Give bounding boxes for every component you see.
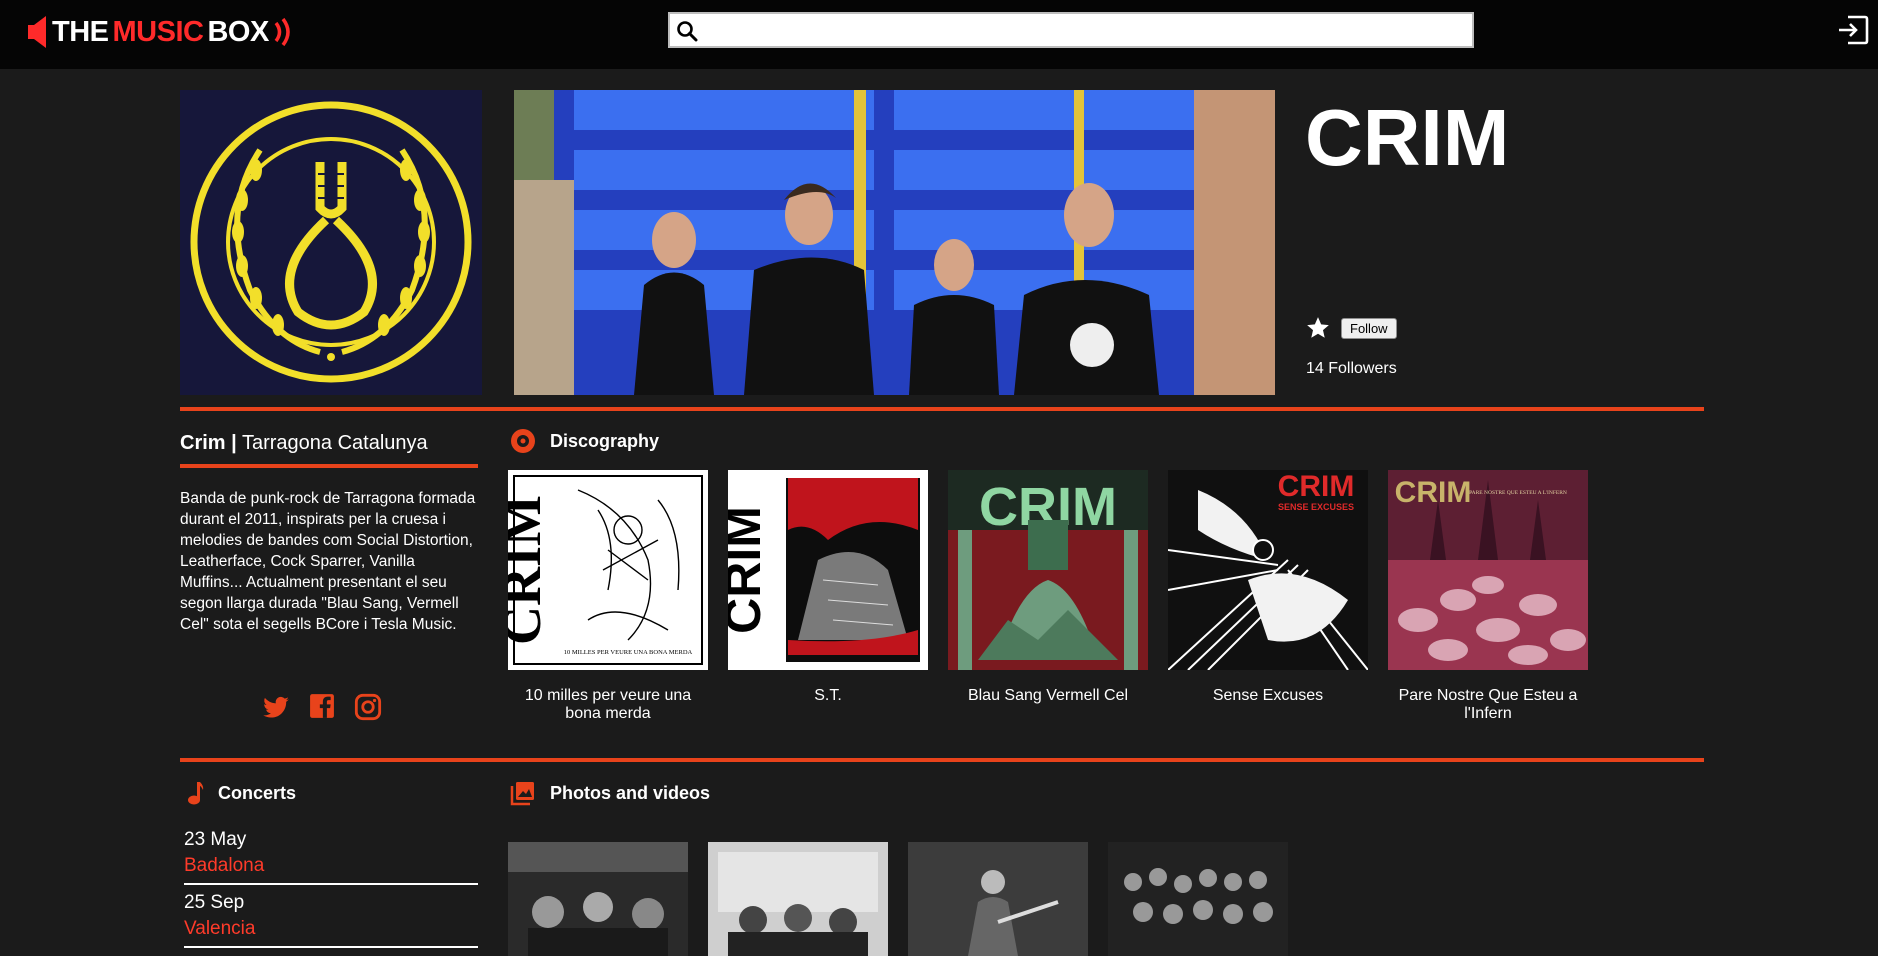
photos-heading: Photos and videos	[550, 782, 711, 803]
album-title[interactable]: 10 milles per veure una bona merda	[508, 687, 708, 723]
band-location: Tarragona Catalunya	[241, 432, 428, 454]
sound-waves-icon	[274, 17, 290, 47]
cover-band-text: CRIM	[1395, 476, 1472, 509]
album-cover[interactable]: CRIM SENSE EXCUSES	[1168, 470, 1368, 670]
login-icon[interactable]	[1836, 13, 1870, 47]
logo-text-music: MUSIC	[112, 15, 204, 48]
album-card[interactable]: CRIM PARE NOSTRE QUE ESTEU A L'INFERN Pa…	[1388, 470, 1588, 723]
album-title[interactable]: Sense Excuses	[1168, 687, 1368, 705]
concert-separator	[184, 883, 478, 885]
site-logo[interactable]: THE MUSIC BOX	[28, 12, 295, 52]
star-icon[interactable]	[1305, 315, 1331, 341]
cover-band-text: CRIM	[1278, 470, 1355, 503]
album-title[interactable]: Pare Nostre Que Esteu a l'Infern	[1388, 687, 1588, 723]
logo-text-the: THE	[52, 15, 109, 48]
instagram-icon[interactable]	[354, 693, 382, 721]
concert-city-link[interactable]: Valencia	[184, 918, 478, 940]
social-links	[262, 693, 382, 721]
band-bio: Banda de punk-rock de Tarragona formada …	[180, 490, 476, 633]
band-name-heading: CRIM	[1305, 93, 1510, 182]
album-cover[interactable]: CRIM	[948, 470, 1148, 670]
media-gallery	[508, 842, 1288, 956]
photos-header: Photos and videos	[510, 780, 710, 806]
cover-subtitle-text: SENSE EXCUSES	[1278, 502, 1354, 512]
section-divider	[180, 758, 1704, 762]
cover-band-text: CRIM	[728, 506, 771, 634]
cover-subtitle-text: 10 MILLES PER VEURE UNA BONA MERDA	[564, 649, 693, 656]
concert-separator	[184, 946, 478, 948]
cover-band-text: CRIM	[508, 495, 552, 645]
section-divider	[180, 407, 1704, 411]
media-thumbnail[interactable]	[508, 842, 688, 956]
info-underline	[180, 464, 478, 468]
band-cover-photo	[514, 90, 1275, 395]
photo-gallery-icon	[510, 782, 534, 806]
discography-heading: Discography	[550, 430, 660, 451]
band-logo-image	[180, 90, 482, 395]
speaker-icon	[28, 16, 46, 48]
concerts-header: Concerts	[186, 780, 296, 806]
concerts-heading: Concerts	[218, 782, 297, 803]
concert-item[interactable]: 23 May Badalona	[184, 829, 478, 885]
top-navbar: THE MUSIC BOX	[0, 0, 1878, 69]
album-card[interactable]: CRIM S.T.	[728, 470, 928, 723]
album-list: CRIM 10 MILLES PER VEURE UNA BONA MERDA …	[508, 470, 1588, 723]
album-cover[interactable]: CRIM PARE NOSTRE QUE ESTEU A L'INFERN	[1388, 470, 1588, 670]
album-title[interactable]: Blau Sang Vermell Cel	[948, 687, 1148, 705]
concert-item[interactable]: 25 Sep Valencia	[184, 892, 478, 948]
band-short-name: Crim	[180, 432, 226, 454]
concert-date: 23 May	[184, 829, 247, 850]
album-cover[interactable]: CRIM 10 MILLES PER VEURE UNA BONA MERDA	[508, 470, 708, 670]
discography-header: Discography	[510, 428, 659, 454]
followers-count: 14 Followers	[1306, 360, 1397, 377]
album-cover[interactable]: CRIM	[728, 470, 928, 670]
media-thumbnail[interactable]	[1108, 842, 1288, 956]
media-thumbnail[interactable]	[708, 842, 888, 956]
concert-city-link[interactable]: Badalona	[184, 855, 478, 877]
facebook-icon[interactable]	[309, 693, 335, 719]
vinyl-disc-icon	[511, 429, 535, 453]
album-card[interactable]: CRIM 10 MILLES PER VEURE UNA BONA MERDA …	[508, 470, 708, 723]
follow-controls: Follow	[1305, 315, 1397, 341]
cover-subtitle-text: PARE NOSTRE QUE ESTEU A L'INFERN	[1469, 490, 1567, 496]
album-card[interactable]: CRIM Blau Sang Vermell Cel	[948, 470, 1148, 723]
band-info-title: Crim | Tarragona Catalunya	[180, 432, 428, 455]
search-icon[interactable]	[676, 20, 698, 42]
twitter-icon[interactable]	[262, 693, 290, 721]
follow-button[interactable]: Follow	[1341, 317, 1397, 339]
search-bar[interactable]	[668, 12, 1474, 48]
album-card[interactable]: CRIM SENSE EXCUSES Sense Excuses	[1168, 470, 1368, 723]
media-thumbnail[interactable]	[908, 842, 1088, 956]
album-title[interactable]: S.T.	[728, 687, 928, 705]
music-note-icon	[188, 782, 204, 805]
title-separator: |	[231, 432, 237, 454]
search-input[interactable]	[704, 16, 1468, 46]
noose-emblem	[180, 90, 482, 395]
concert-date: 25 Sep	[184, 892, 245, 913]
logo-text-box: BOX	[207, 15, 269, 48]
